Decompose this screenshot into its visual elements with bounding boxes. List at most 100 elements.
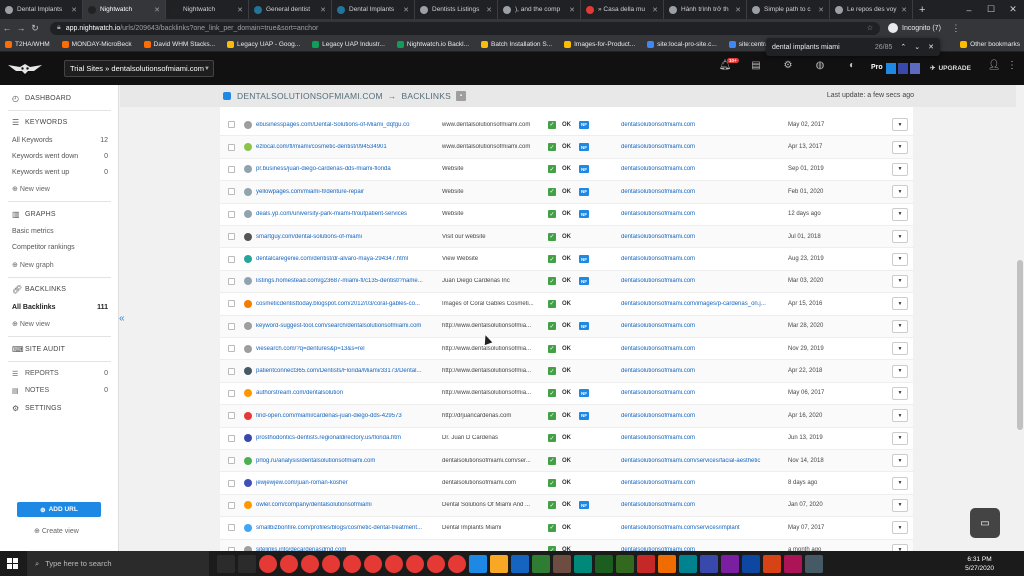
table-row[interactable]: smartguy.com/dental-solutions-of-miami V… <box>220 226 913 249</box>
bookmark-item[interactable]: site:local-pro-site.c... <box>647 40 717 48</box>
source-url-link[interactable]: prlog.ru/analysis/dentalsolutionsofmiami… <box>256 458 436 464</box>
target-url-link[interactable]: dentalsolutionsofmiami.com <box>621 189 781 195</box>
site-selector[interactable]: Trial Sites » dentalsolutionsofmiami.com… <box>64 60 214 77</box>
row-actions-dropdown[interactable]: ▼ <box>892 207 908 221</box>
cortana-icon[interactable] <box>216 554 235 573</box>
row-actions-dropdown[interactable]: ▼ <box>892 386 908 400</box>
chat-icon[interactable]: ▭ <box>970 508 1000 538</box>
browser-tab[interactable]: » Casa della mu ✕ <box>581 0 664 19</box>
row-checkbox[interactable] <box>228 210 235 218</box>
sidebar-item-graphs[interactable]: ▥ GRAPHS <box>12 210 56 219</box>
tab-close-icon[interactable]: ✕ <box>652 6 658 14</box>
browser-tab[interactable]: Simple path to c ✕ <box>747 0 830 19</box>
user-avatar-icon[interactable]: 👤︎ <box>986 60 1002 71</box>
file-explorer-icon[interactable] <box>489 554 508 573</box>
sidebar-item-backlinks[interactable]: 🔗︎ BACKLINKS <box>12 285 66 294</box>
row-actions-dropdown[interactable]: ▼ <box>892 543 908 551</box>
address-bar[interactable]: 🔒︎ app.nightwatch.io /urls/209643/backli… <box>50 21 880 35</box>
chrome-icon[interactable] <box>258 554 277 573</box>
table-row[interactable]: listings.homestead.com/g23687-miami-fl/c… <box>220 270 913 294</box>
globe-icon[interactable]: ◍ <box>812 60 828 71</box>
app-icon[interactable] <box>573 554 592 573</box>
sidebar-item-reports[interactable]: ☰ REPORTS 0 <box>12 370 108 378</box>
browser-tab[interactable]: Hành trình trở th ✕ <box>664 0 747 19</box>
nightwatch-logo[interactable] <box>0 52 50 85</box>
target-url-link[interactable]: dentalsolutionsofmiami.com <box>621 413 781 419</box>
target-url-link[interactable]: dentalsolutionsofmiami.com <box>621 368 781 374</box>
browser-tab[interactable]: Dental Implants ✕ <box>332 0 415 19</box>
row-actions-dropdown[interactable]: ▼ <box>892 230 908 244</box>
source-url-link[interactable]: pr.business/juan-diego-cardenas-dds-miam… <box>256 166 436 172</box>
chrome-icon[interactable] <box>426 554 445 573</box>
row-checkbox[interactable] <box>228 121 235 129</box>
row-actions-dropdown[interactable]: ▼ <box>892 498 908 512</box>
row-checkbox[interactable] <box>228 524 235 532</box>
target-url-link[interactable]: dentalsolutionsofmiami.com <box>621 144 781 150</box>
incognito-indicator[interactable]: Incognito (7) <box>888 23 941 33</box>
row-checkbox[interactable] <box>228 389 235 397</box>
chrome-icon[interactable] <box>342 554 361 573</box>
table-row[interactable]: viesearch.com/?q=dentures&p=13&s=rel htt… <box>220 338 913 361</box>
source-url-link[interactable]: jewjewjew.com/juan-roman-kosher <box>256 480 436 486</box>
row-actions-dropdown[interactable]: ▼ <box>892 140 908 154</box>
task-view-icon[interactable] <box>237 554 256 573</box>
table-row[interactable]: cosmeticdentisttoday.blogspot.com/2012/0… <box>220 293 913 316</box>
sidebar-item-all-keywords[interactable]: All Keywords 12 <box>12 137 108 144</box>
source-url-link[interactable]: smartguy.com/dental-solutions-of-miami <box>256 234 436 240</box>
browser-tab[interactable]: ), and the comp ✕ <box>498 0 581 19</box>
source-url-link[interactable]: smallbizbonfire.com/profiles/blogs/cosme… <box>256 525 436 531</box>
create-view-button[interactable]: ⊕ Create view <box>34 527 79 535</box>
table-row[interactable]: dentalcaregenie.com/dentist/dr-alvaro-ma… <box>220 248 913 271</box>
back-icon[interactable]: ← <box>0 23 14 33</box>
notes-icon[interactable]: ▤ <box>748 60 764 71</box>
chrome-icon[interactable] <box>279 554 298 573</box>
table-row[interactable]: keyword-suggest-tool.com/search/dentalso… <box>220 315 913 338</box>
forward-icon[interactable]: → <box>14 23 28 33</box>
app-icon[interactable] <box>804 554 823 573</box>
overflow-menu-icon[interactable]: ⋮ <box>1004 60 1020 71</box>
row-checkbox[interactable] <box>228 322 235 330</box>
menu-icon[interactable]: ⋮ <box>949 23 963 34</box>
bookmark-item[interactable]: Images-for-Product... <box>564 40 635 48</box>
find-bar[interactable]: dental implants miami 26/85 ⌃ ⌄ ✕ <box>766 38 940 56</box>
row-checkbox[interactable] <box>228 367 235 375</box>
table-row[interactable]: prlog.ru/analysis/dentalsolutionsofmiami… <box>220 450 913 473</box>
row-checkbox[interactable] <box>228 255 235 263</box>
target-url-link[interactable]: dentalsolutionsofmiami.com <box>621 346 781 352</box>
add-url-button[interactable]: ⊕ ADD URL <box>17 502 101 517</box>
new-graph[interactable]: ⊕ New graph <box>12 261 54 269</box>
target-url-link[interactable]: dentalsolutionsofmiami.com <box>621 390 781 396</box>
source-url-link[interactable]: yellowpages.com/miami-fl/denture-repair <box>256 189 436 195</box>
target-url-link[interactable]: dentalsolutionsofmiami.com <box>621 502 781 508</box>
tab-close-icon[interactable]: ✕ <box>403 6 409 14</box>
target-url-link[interactable]: dentalsolutionsofmiami.com <box>621 480 781 486</box>
upgrade-button[interactable]: ✈ UPGRADE <box>930 64 971 73</box>
table-row[interactable]: authorstream.com/dentalsolution http://w… <box>220 383 913 406</box>
table-row[interactable]: ebusinesspages.com/Dental-Solutions-of-M… <box>220 114 913 137</box>
sidebar-item-settings[interactable]: ⚙ SETTINGS <box>12 404 62 413</box>
minimize-icon[interactable]: – <box>958 0 980 19</box>
target-url-link[interactable]: dentalsolutionsofmiami.com <box>621 323 781 329</box>
sidebar-item-keywords[interactable]: ☰ KEYWORDS <box>12 118 67 127</box>
row-checkbox[interactable] <box>228 479 235 487</box>
system-clock[interactable]: 6:31 PM 5/27/2020 <box>965 555 994 573</box>
taskbar-search[interactable]: ⌕ Type here to search <box>27 551 209 576</box>
maximize-icon[interactable]: ☐ <box>980 0 1002 19</box>
sidebar-item-notes[interactable]: ▤ NOTES 0 <box>12 387 108 395</box>
find-input[interactable]: dental implants miami <box>772 44 875 51</box>
chrome-icon[interactable] <box>384 554 403 573</box>
app-icon[interactable] <box>699 554 718 573</box>
edge-icon[interactable] <box>468 554 487 573</box>
app-icon[interactable] <box>552 554 571 573</box>
row-checkbox[interactable] <box>228 165 235 173</box>
sidebar-item-keywords-down[interactable]: Keywords went down 0 <box>12 153 108 160</box>
table-row[interactable]: prosthodontics-dentists.regionaldirector… <box>220 428 913 450</box>
sidebar-item-basic-metrics[interactable]: Basic metrics <box>12 228 108 235</box>
row-actions-dropdown[interactable]: ▼ <box>892 162 908 176</box>
source-url-link[interactable]: ebusinesspages.com/Dental-Solutions-of-M… <box>256 122 436 128</box>
source-url-link[interactable]: deals.yp.com/university-park-miami-fl/ou… <box>256 211 436 217</box>
bookmark-item[interactable]: Nightwatch.io Backl... <box>396 40 469 48</box>
target-url-link[interactable]: dentalsolutionsofmiami.com <box>621 278 781 284</box>
source-url-link[interactable]: ezlocal.com/fl/miami/cosmetic-dentist/09… <box>256 144 436 150</box>
target-url-link[interactable]: dentalsolutionsofmiami.com/services/faci… <box>621 458 781 464</box>
